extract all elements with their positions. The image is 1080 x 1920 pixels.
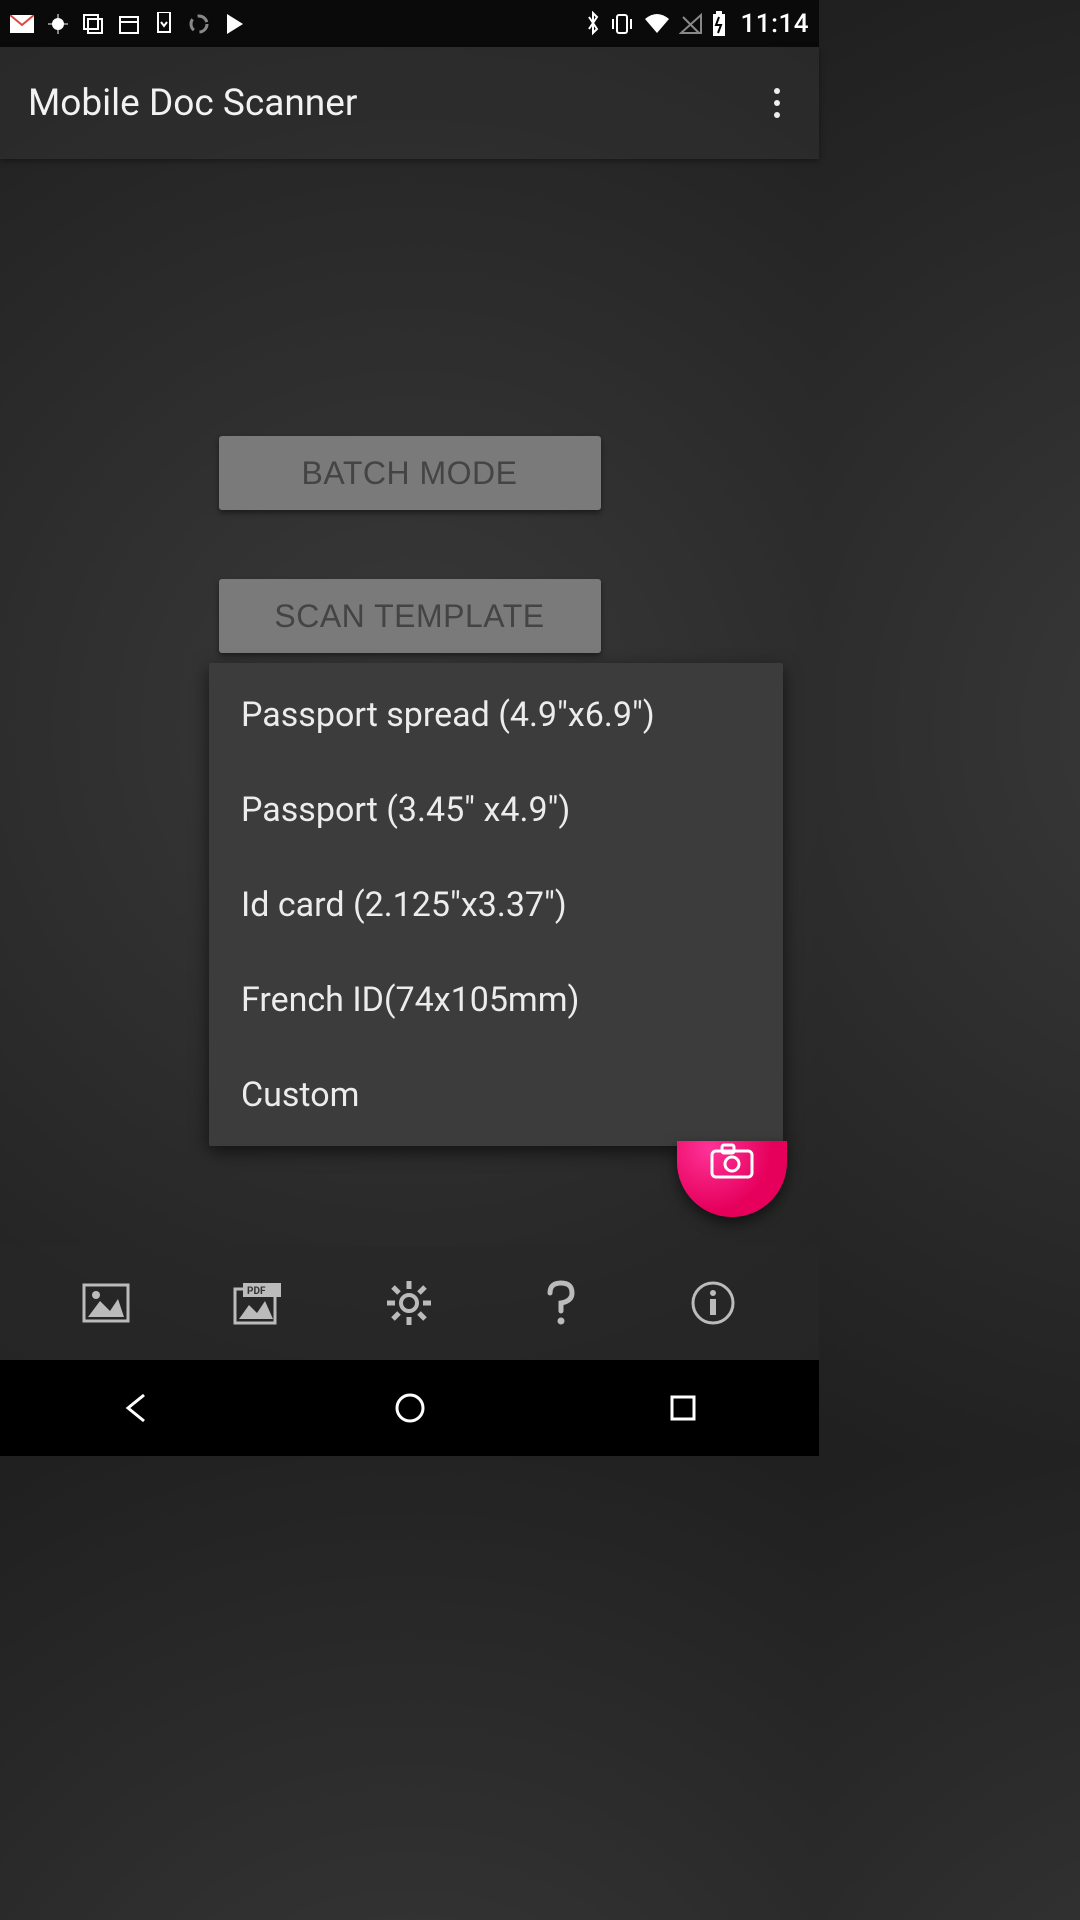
play-store-icon [224,12,246,36]
question-icon [544,1279,578,1327]
dropdown-item-id-card[interactable]: Id card (2.125"x3.37") [209,857,783,952]
bluetooth-icon [585,11,601,37]
wifi-icon [643,13,671,35]
no-signal-icon [679,13,703,35]
svg-text:PDF: PDF [247,1286,266,1297]
scan-template-button[interactable]: SCAN TEMPLATE [219,579,601,653]
app-bar: Mobile Doc Scanner [0,47,819,159]
batch-mode-label: BATCH MODE [302,455,518,492]
camera-icon [710,1143,754,1179]
status-clock: 11:14 [741,9,809,39]
dropdown-item-label: French ID(74x105mm) [241,980,579,1020]
info-button[interactable] [681,1271,745,1335]
back-icon [120,1391,154,1425]
scan-template-label: SCAN TEMPLATE [274,598,544,635]
nav-recent-button[interactable] [659,1384,707,1432]
bug-icon [48,14,68,34]
scan-template-dropdown: Passport spread (4.9"x6.9") Passport (3.… [209,663,783,1146]
help-button[interactable] [529,1271,593,1335]
app-title: Mobile Doc Scanner [28,82,357,125]
pdf-button[interactable]: PDF [226,1271,290,1335]
download-icon [154,12,174,36]
dropdown-item-passport[interactable]: Passport (3.45" x4.9") [209,762,783,857]
gallery-button[interactable] [74,1271,138,1335]
recent-apps-icon [668,1393,698,1423]
dropdown-item-custom[interactable]: Custom [209,1047,783,1142]
overflow-menu-button[interactable] [757,83,797,123]
nav-home-button[interactable] [386,1384,434,1432]
camera-fab[interactable] [677,1141,787,1217]
more-vert-icon [773,87,781,119]
nav-back-button[interactable] [113,1384,161,1432]
settings-button[interactable] [377,1271,441,1335]
dropdown-item-label: Passport (3.45" x4.9") [241,790,570,830]
battery-charging-icon [711,11,727,37]
bottom-action-bar: PDF [0,1246,819,1360]
dropdown-item-french-id[interactable]: French ID(74x105mm) [209,952,783,1047]
status-bar: 11:14 [0,0,819,47]
pdf-icon: PDF [233,1281,283,1325]
gmail-icon [10,15,34,33]
home-icon [393,1391,427,1425]
dropdown-item-label: Passport spread (4.9"x6.9") [241,695,655,735]
info-icon [690,1280,736,1326]
dropdown-item-passport-spread[interactable]: Passport spread (4.9"x6.9") [209,667,783,762]
dropdown-item-label: Id card (2.125"x3.37") [241,885,567,925]
gear-icon [384,1278,434,1328]
batch-mode-button[interactable]: BATCH MODE [219,436,601,510]
vibrate-icon [609,11,635,37]
spinner-icon [188,13,210,35]
status-right: 11:14 [585,9,809,39]
status-left [10,12,246,36]
system-nav-bar [0,1360,819,1456]
dropdown-item-label: Custom [241,1075,359,1115]
main-area: BATCH MODE SCAN TEMPLATE Passport spread… [0,159,819,1246]
stack-icon [82,13,104,35]
image-icon [82,1283,130,1323]
calendar-icon [118,13,140,35]
